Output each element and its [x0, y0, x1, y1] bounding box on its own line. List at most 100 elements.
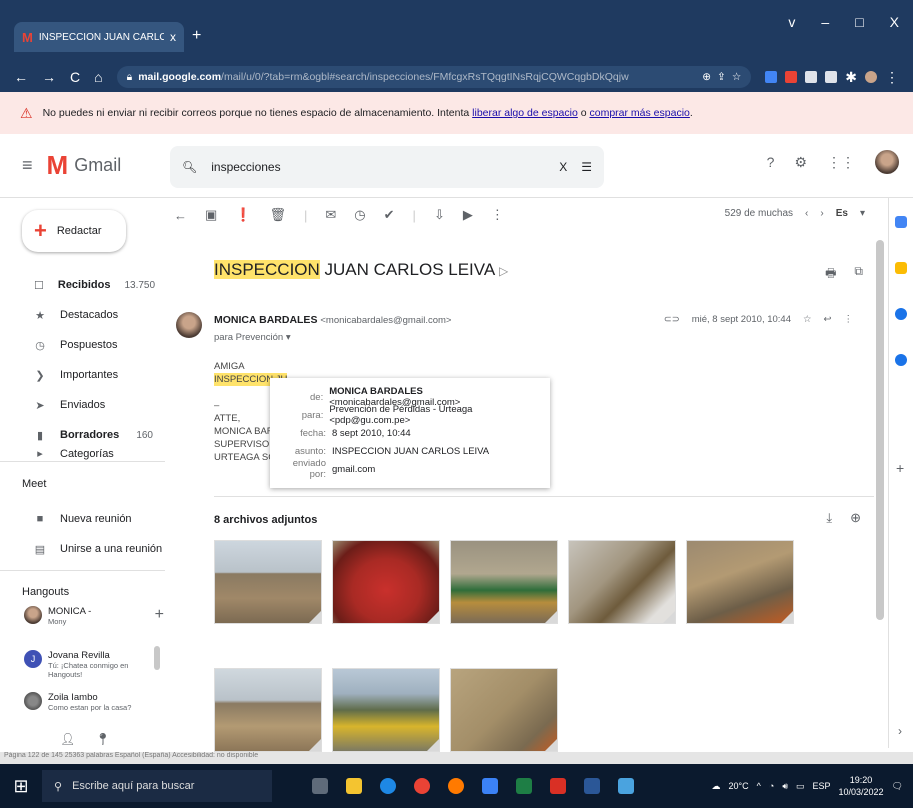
search-options-icon[interactable]: ☰	[581, 160, 592, 174]
share-icon[interactable]: ⇪	[717, 71, 726, 83]
search-icon[interactable]: 🔍︎	[182, 160, 197, 174]
sender-avatar[interactable]	[176, 312, 202, 338]
calendar-icon[interactable]	[895, 216, 907, 228]
windows-start-icon[interactable]: ⊞	[0, 776, 42, 797]
chrome-icon[interactable]	[414, 778, 430, 794]
help-icon[interactable]: ?	[767, 154, 775, 170]
main-menu-icon[interactable]: ≡	[22, 155, 33, 176]
report-spam-icon[interactable]: ❗	[235, 207, 251, 223]
sidebar-item-sent[interactable]: ➤ Enviados	[0, 390, 165, 420]
account-avatar[interactable]	[875, 150, 899, 174]
attachment-thumbnail[interactable]	[214, 540, 322, 624]
add-addon-plus-icon[interactable]: +	[896, 460, 904, 476]
hangouts-contact[interactable]: Zoila Iambo Como estan por la casa?	[24, 692, 164, 712]
clock[interactable]: 19:20 10/03/2022	[839, 774, 884, 798]
more-options-icon[interactable]: ⋮	[491, 207, 504, 223]
keep-icon[interactable]	[895, 262, 907, 274]
excel-icon[interactable]	[516, 778, 532, 794]
taskbar-search[interactable]: ⚲ Escribe aquí para buscar	[42, 770, 272, 802]
input-tools-button[interactable]: Es	[836, 208, 848, 219]
extension-icon[interactable]	[825, 71, 838, 83]
sidebar-item-inbox[interactable]: ☐ Recibidos 13.750	[0, 270, 165, 300]
location-pin-icon[interactable]: 📍︎	[95, 732, 110, 746]
firefox-icon[interactable]	[448, 778, 464, 794]
attachment-thumbnail[interactable]	[332, 540, 440, 624]
edge-icon[interactable]	[380, 778, 396, 794]
compose-button[interactable]: + Redactar	[22, 210, 126, 252]
expand-panel-chevron-icon[interactable]: ›	[898, 724, 902, 738]
reply-icon[interactable]: ↩	[824, 314, 832, 325]
back-to-list-icon[interactable]: ←	[174, 208, 187, 223]
new-tab-button[interactable]: +	[192, 27, 201, 45]
hangouts-contact[interactable]: MONICA - Mony +	[24, 606, 164, 626]
message-scrollbar[interactable]	[876, 240, 884, 620]
sidebar-item-important[interactable]: ❯ Importantes	[0, 360, 165, 390]
volume-icon[interactable]: 🔊︎	[782, 781, 788, 792]
delete-icon[interactable]: 🗑︎	[269, 207, 286, 223]
forward-arrow-icon[interactable]: →	[42, 69, 56, 85]
home-icon[interactable]: ⌂	[94, 69, 102, 85]
tab-search-button[interactable]: v	[788, 14, 795, 30]
attachment-thumbnail[interactable]	[450, 540, 558, 624]
puzzle-icon[interactable]: ✱	[845, 69, 857, 86]
browser-tab[interactable]: M INSPECCION JUAN CARLOS LEIV x	[14, 22, 184, 52]
snooze-icon[interactable]: ◷	[354, 207, 365, 223]
tray-chevron-icon[interactable]: ^	[757, 781, 761, 791]
extension-icon[interactable]	[765, 71, 778, 83]
network-icon[interactable]: ◔	[769, 781, 774, 791]
word-icon[interactable]	[584, 778, 600, 794]
extension-icon[interactable]	[785, 71, 798, 83]
open-new-window-icon[interactable]: ⧉	[854, 264, 863, 285]
print-icon[interactable]: 🖶︎	[825, 264, 836, 285]
download-all-icon[interactable]: ⤓	[826, 510, 832, 526]
star-message-icon[interactable]: ☆	[803, 314, 812, 325]
attachment-thumbnail[interactable]	[686, 540, 794, 624]
bookmark-star-icon[interactable]: ☆	[732, 71, 741, 83]
recipient-line[interactable]: para Prevención ▾	[214, 332, 291, 343]
apps-grid-icon[interactable]: ⋮⋮	[827, 154, 855, 171]
sender-name[interactable]: MONICA BARDALES	[214, 314, 317, 326]
buy-storage-link[interactable]: comprar más espacio	[590, 107, 690, 119]
dropdown-caret-icon[interactable]: ▾	[860, 208, 865, 219]
maximize-button[interactable]: □	[855, 14, 863, 30]
attachment-thumbnail[interactable]	[450, 668, 558, 752]
file-explorer-icon[interactable]	[346, 778, 362, 794]
sidebar-item-categories[interactable]: ▸ Categorías	[0, 446, 165, 460]
search-input[interactable]: inspecciones	[211, 160, 545, 174]
close-window-button[interactable]: X	[890, 14, 899, 30]
sidebar-item-starred[interactable]: ★ Destacados	[0, 300, 165, 330]
hangouts-scrollbar[interactable]	[154, 646, 160, 670]
important-marker-icon[interactable]: ▷	[499, 264, 508, 278]
show-details-caret-icon[interactable]: ▾	[286, 332, 291, 343]
person-icon[interactable]: 👤︎	[60, 732, 75, 746]
acrobat-icon[interactable]	[550, 778, 566, 794]
clear-search-icon[interactable]: X	[559, 160, 567, 174]
hangouts-contact[interactable]: J Jovana Revilla Tú: ¡Chatea conmigo en H…	[24, 650, 164, 679]
new-conversation-plus-icon[interactable]: +	[155, 606, 164, 624]
tasks-icon[interactable]	[895, 308, 907, 320]
sidebar-item-snoozed[interactable]: ◷ Pospuestos	[0, 330, 165, 360]
battery-icon[interactable]: ▭	[796, 781, 805, 792]
older-chevron-icon[interactable]: ›	[820, 208, 823, 219]
minimize-button[interactable]: –	[821, 14, 829, 30]
search-bar[interactable]: 🔍︎ inspecciones X ☰	[170, 146, 604, 188]
reload-icon[interactable]: C	[70, 69, 80, 85]
add-task-icon[interactable]: ✔	[384, 207, 395, 223]
zoom-icon[interactable]: ⊕	[702, 71, 711, 83]
app-icon[interactable]	[482, 778, 498, 794]
archive-icon[interactable]: ▣	[205, 207, 217, 223]
label-icon[interactable]: ▶	[463, 207, 473, 223]
settings-gear-icon[interactable]: ⚙	[794, 154, 807, 171]
mark-unread-icon[interactable]: ✉	[325, 207, 336, 223]
back-arrow-icon[interactable]: ←	[14, 69, 28, 85]
attachment-thumbnail[interactable]	[332, 668, 440, 752]
notifications-icon[interactable]: 🗨︎	[892, 781, 903, 792]
tab-close-button[interactable]: x	[170, 30, 176, 44]
attachment-thumbnail[interactable]	[568, 540, 676, 624]
profile-avatar[interactable]	[865, 71, 877, 83]
gmail-logo[interactable]: M Gmail	[47, 150, 122, 181]
meet-join-meeting[interactable]: ▤ Unirse a una reunión	[0, 534, 165, 564]
message-more-icon[interactable]: ⋮	[844, 314, 854, 325]
extension-icon[interactable]	[805, 71, 818, 83]
address-bar[interactable]: 🔒︎ mail.google.com/mail/u/0/?tab=rm&ogbl…	[116, 66, 752, 88]
